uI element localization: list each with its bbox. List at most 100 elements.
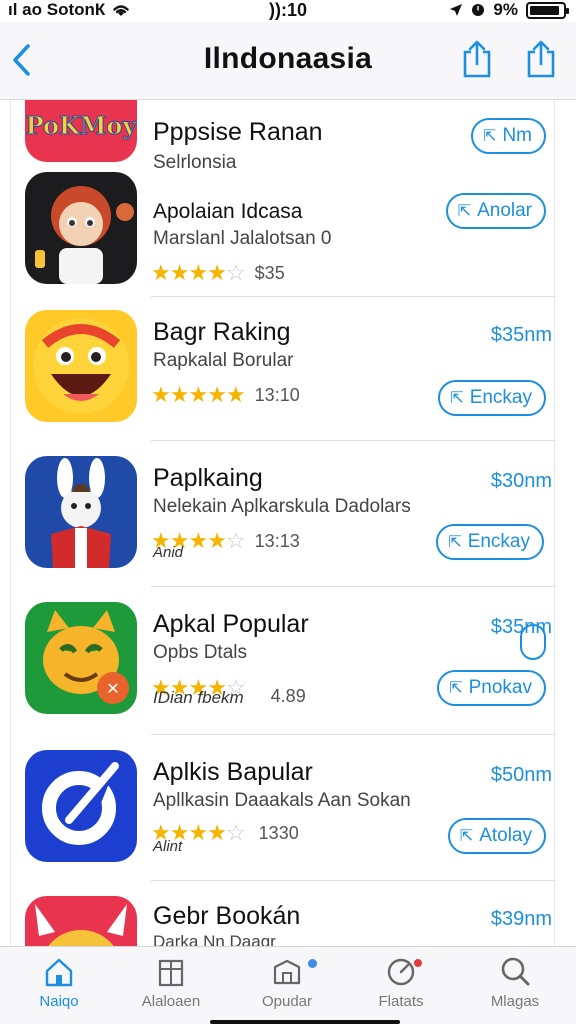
app-subtitle: Marslanl Jalalotsan 0 [153, 228, 332, 249]
app-subtitle: Darka Nn Daagr [153, 932, 276, 946]
search-icon [501, 957, 530, 986]
get-button[interactable]: ⇱ Nm [471, 118, 546, 154]
divider [151, 880, 554, 881]
app-icon-pokemon: PoKMoy [25, 100, 137, 162]
tab-popular[interactable]: Opudar [232, 955, 342, 1010]
app-icon-character [25, 172, 137, 284]
app-price: $39nm [490, 908, 552, 930]
app-row[interactable]: ✕ Apkal Popular Opbs Dtals ★★★★☆ 4.89 ID… [11, 592, 554, 732]
download-icon: ⇱ [457, 203, 472, 220]
status-right: 9% [449, 0, 569, 20]
divider [151, 296, 554, 297]
star-filled-icon: ★ [188, 528, 208, 553]
swirl-illustration [42, 762, 119, 845]
app-icon-logo-text: PoKMoy [25, 111, 137, 141]
star-filled-icon: ★ [169, 382, 190, 407]
star-empty-icon: ☆ [225, 528, 246, 553]
get-button-label: Atolay [479, 825, 532, 846]
red-cat-illustration [35, 904, 127, 946]
rating-count: 4.89 [270, 686, 306, 706]
app-name: Apolaian Idcasa [153, 200, 303, 223]
app-row[interactable]: Paplkaing Nelekain Aplkarskula Dadolars … [11, 446, 554, 660]
app-list[interactable]: PoKMoy Pppsise Ranan ⇱ Nm Selrlonsia Apo… [10, 100, 555, 946]
app-row[interactable]: Gebr Bookán Darka Nn Daagr $39nm [11, 886, 554, 946]
app-price: $35nm [490, 324, 552, 346]
tab-search[interactable]: Mlagas [460, 955, 570, 1010]
app-row[interactable]: Apolaian Idcasa Marslanl Jalalotsan 0 ★★… [11, 170, 554, 298]
star-rating: ★★★★☆ [151, 260, 246, 286]
rating: ★★★★☆ $35 [151, 260, 285, 286]
app-row[interactable]: PoKMoy Pppsise Ranan ⇱ Nm [11, 100, 554, 162]
gauge-icon [387, 958, 415, 986]
get-button[interactable]: ⇱ Pnokav [437, 670, 546, 706]
download-icon: ⇱ [459, 828, 474, 845]
tab-apps[interactable]: Alaloaen [116, 955, 226, 1010]
get-button-label: Enckay [469, 387, 532, 408]
app-price: $50nm [490, 764, 552, 786]
box-icon [273, 959, 301, 985]
app-subtitle: Apllkasin Daaakals Aan Sokan [153, 790, 411, 811]
notification-dot [414, 959, 422, 967]
app-extra-text: Anid [153, 544, 184, 561]
get-button-label: Enckay [467, 531, 530, 552]
star-filled-icon: ★ [207, 260, 227, 285]
app-name: Gebr Bookán [153, 902, 301, 930]
notification-dot [308, 959, 317, 968]
divider [151, 586, 554, 587]
battery-percent: 9% [493, 0, 518, 19]
get-button-label: Pnokav [468, 677, 532, 698]
smiley-illustration [33, 318, 129, 414]
star-filled-icon: ★ [151, 260, 171, 285]
app-extra-text: Alint [153, 838, 183, 855]
rating-count: 13:10 [254, 384, 300, 405]
app-row[interactable]: Bagr Raking Rapkalal Borular ★★★★★ 13:10… [11, 300, 554, 440]
rating-count: $35 [254, 262, 285, 283]
battery-icon [526, 1, 569, 19]
star-empty-icon: ☆ [225, 260, 246, 285]
app-icon-rabbit [25, 456, 137, 568]
star-filled-icon: ★ [207, 820, 227, 845]
cat-illustration: ✕ [43, 610, 129, 704]
get-button[interactable]: ⇱ Atolay [447, 818, 546, 854]
app-name: Aplkis Bapular [153, 758, 313, 786]
battery-fill [530, 5, 559, 15]
app-name: Bagr Raking [153, 318, 291, 346]
download-icon: ⇱ [449, 680, 463, 697]
get-button[interactable]: ⇱ Enckay [438, 380, 546, 416]
get-button[interactable]: ⇱ Enckay [436, 524, 544, 560]
star-filled-icon: ★ [151, 382, 171, 407]
get-button-label: Nm [502, 125, 532, 146]
share-icon[interactable] [460, 38, 494, 80]
app-row[interactable]: Aplkis Bapular Apllkasin Daaakals Aan So… [11, 740, 554, 880]
tab-bar: Naiqo Alaloaen Opudar Flatats Mlagas [0, 946, 576, 1024]
rating: ★★★★★ 13:10 [151, 382, 300, 408]
home-icon [45, 958, 73, 987]
app-name: Paplkaing [153, 464, 263, 492]
app-extra-text: IDian fbekm [153, 688, 244, 707]
star-filled-icon: ★ [169, 260, 190, 285]
tab-label: Flatats [378, 993, 424, 1010]
alarm-icon [472, 4, 485, 16]
tab-label: Naiqo [39, 993, 79, 1010]
status-bar: ıl ao SotonК )):10 9% [0, 0, 576, 22]
star-rating: ★★★★★ [151, 382, 246, 408]
app-icon-cat-red [25, 896, 137, 946]
download-icon: ⇱ [483, 128, 497, 145]
star-filled-icon: ★ [207, 382, 227, 407]
tab-home[interactable]: Naiqo [4, 955, 114, 1010]
rabbit-illustration [51, 458, 111, 568]
get-button[interactable]: ⇱ Anolar [445, 193, 546, 229]
app-name: Apkal Popular [153, 610, 309, 638]
app-icon-smiley [25, 310, 137, 422]
tab-label: Mlagas [490, 993, 540, 1010]
app-subtitle: Opbs Dtals [153, 642, 247, 663]
download-icon: ⇱ [448, 534, 462, 551]
rating-count: 1330 [258, 822, 299, 843]
share-icon-secondary[interactable] [524, 38, 558, 80]
star-filled-icon: ★ [225, 382, 246, 407]
app-price: $35nm [490, 616, 552, 638]
tab-featured[interactable]: Flatats [346, 955, 456, 1010]
app-subtitle: Nelekain Aplkarskula Dadolars [153, 496, 411, 517]
divider [151, 734, 554, 735]
svg-text:✕: ✕ [106, 679, 119, 698]
